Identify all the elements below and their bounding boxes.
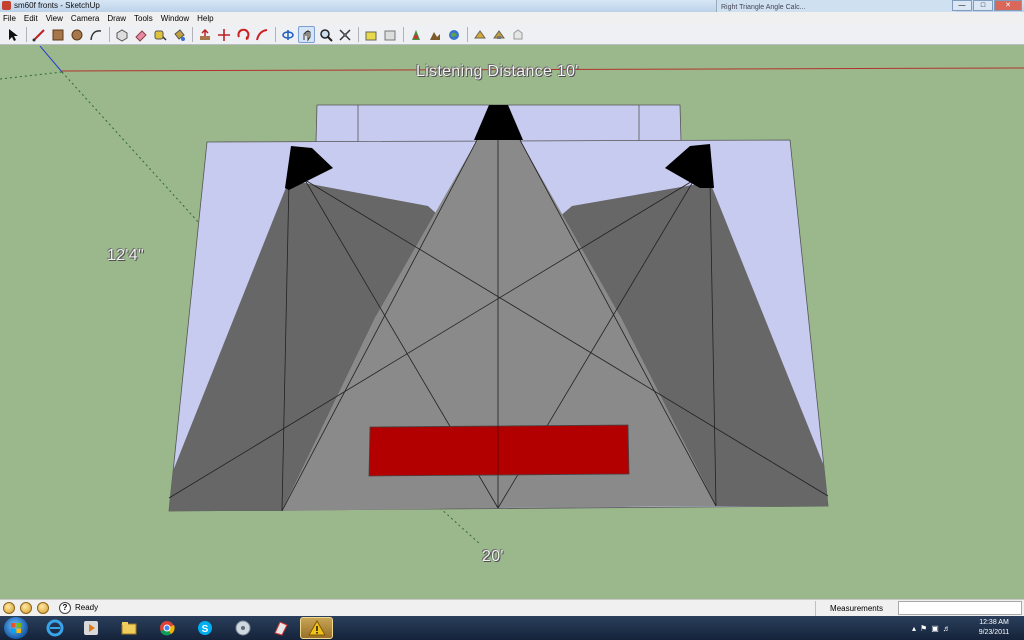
- rotate-icon[interactable]: [234, 26, 251, 43]
- maximize-button[interactable]: □: [973, 0, 993, 11]
- taskbar: S ▴ ⚑ ▣ ♬ 12:38 AM 9/23/2011: [0, 616, 1024, 640]
- menu-bar: File Edit View Camera Draw Tools Window …: [0, 12, 1024, 25]
- menu-tools[interactable]: Tools: [134, 14, 153, 23]
- window-controls: — □ ✕: [952, 0, 1022, 12]
- menu-help[interactable]: Help: [197, 14, 213, 23]
- geolocation-icon[interactable]: [3, 602, 15, 614]
- status-text: Ready: [75, 603, 99, 612]
- menu-window[interactable]: Window: [161, 14, 189, 23]
- menu-file[interactable]: File: [3, 14, 16, 23]
- svg-text:S: S: [201, 624, 208, 635]
- measurements-input[interactable]: [898, 601, 1022, 615]
- get-models-icon[interactable]: [407, 26, 424, 43]
- clock-date: 9/23/2011: [978, 629, 1010, 636]
- move-icon[interactable]: [215, 26, 232, 43]
- system-clock[interactable]: 12:38 AM 9/23/2011: [968, 618, 1020, 638]
- taskbar-sketchup-icon[interactable]: [264, 617, 297, 639]
- menu-view[interactable]: View: [46, 14, 63, 23]
- background-window-tab[interactable]: Right Triangle Angle Calc...: [716, 0, 956, 12]
- listening-distance-label: Listening Distance 10': [416, 63, 579, 80]
- help-icon[interactable]: ?: [59, 602, 71, 614]
- window-title: sm60f fronts - SketchUp: [14, 1, 100, 10]
- model-scene: [0, 46, 1024, 545]
- toolbar-separator: [403, 27, 404, 42]
- toolbar-separator: [192, 27, 193, 42]
- room-depth-label: 12'4": [107, 247, 144, 264]
- orbit-icon[interactable]: [279, 26, 296, 43]
- toolbar-separator: [109, 27, 110, 42]
- user-icon[interactable]: [37, 602, 49, 614]
- tape-measure-icon[interactable]: [151, 26, 168, 43]
- show-hidden-icons[interactable]: ▴: [912, 624, 916, 633]
- 3d-warehouse-icon[interactable]: [362, 26, 379, 43]
- photo-textures-icon[interactable]: [426, 26, 443, 43]
- action-center-flag-icon[interactable]: ⚑: [920, 624, 927, 633]
- circle-icon[interactable]: [68, 26, 85, 43]
- zoom-extents-icon[interactable]: [336, 26, 353, 43]
- taskbar-explorer-icon[interactable]: [112, 617, 145, 639]
- rectangle-icon[interactable]: [49, 26, 66, 43]
- menu-camera[interactable]: Camera: [71, 14, 99, 23]
- add-location-icon[interactable]: [445, 26, 462, 43]
- menu-edit[interactable]: Edit: [24, 14, 38, 23]
- taskbar-chrome-icon[interactable]: [150, 617, 183, 639]
- taskbar-media-player-icon[interactable]: [74, 617, 107, 639]
- pan-icon[interactable]: [298, 26, 315, 43]
- toolbar-separator: [275, 27, 276, 42]
- system-tray: ▴ ⚑ ▣ ♬: [912, 616, 951, 640]
- line-icon[interactable]: [30, 26, 47, 43]
- status-bar: ? Ready Measurements: [0, 599, 1024, 616]
- model-viewport[interactable]: Listening Distance 10' 12'4" 20': [0, 46, 1024, 599]
- blue-axis-line: [39, 46, 63, 73]
- share-model-icon[interactable]: [381, 26, 398, 43]
- network-tray-icon[interactable]: ▣: [931, 624, 939, 633]
- menu-draw[interactable]: Draw: [107, 14, 126, 23]
- credits-icon[interactable]: [20, 602, 32, 614]
- push-pull-icon[interactable]: [196, 26, 213, 43]
- lock-component-icon[interactable]: [509, 26, 526, 43]
- minimize-button[interactable]: —: [952, 0, 972, 11]
- volume-icon[interactable]: ♬: [943, 624, 951, 633]
- title-bar: sm60f fronts - SketchUp Right Triangle A…: [0, 0, 1024, 12]
- toolbar-separator: [26, 27, 27, 42]
- toolbar-separator: [358, 27, 359, 42]
- start-button[interactable]: [4, 617, 28, 639]
- preview-google-earth-icon[interactable]: [471, 26, 488, 43]
- clock-time: 12:38 AM: [979, 619, 1009, 626]
- arc-icon[interactable]: [87, 26, 104, 43]
- dimension-guide-line: [439, 507, 481, 545]
- toggle-terrain-icon[interactable]: [490, 26, 507, 43]
- background-window-title: Right Triangle Angle Calc...: [721, 4, 806, 11]
- paint-bucket-icon[interactable]: [170, 26, 187, 43]
- green-axis-guide: [61, 71, 201, 225]
- toolbar-separator: [467, 27, 468, 42]
- green-axis-guide-left: [0, 71, 63, 80]
- taskbar-warning-icon[interactable]: [300, 617, 333, 639]
- toolbar: [0, 25, 1024, 45]
- close-button[interactable]: ✕: [994, 0, 1022, 11]
- zoom-icon[interactable]: [317, 26, 334, 43]
- taskbar-network-icon[interactable]: [226, 617, 259, 639]
- sketchup-app-icon: [2, 1, 11, 10]
- select-icon[interactable]: [4, 26, 21, 43]
- taskbar-skype-icon[interactable]: S: [188, 617, 221, 639]
- room-width-label: 20': [482, 548, 504, 565]
- taskbar-ie-icon[interactable]: [38, 617, 71, 639]
- measurements-label: Measurements: [815, 601, 897, 616]
- eraser-icon[interactable]: [132, 26, 149, 43]
- make-component-icon[interactable]: [113, 26, 130, 43]
- follow-me-icon[interactable]: [253, 26, 270, 43]
- windows-logo-icon: [11, 623, 21, 633]
- couch-block: [368, 424, 630, 477]
